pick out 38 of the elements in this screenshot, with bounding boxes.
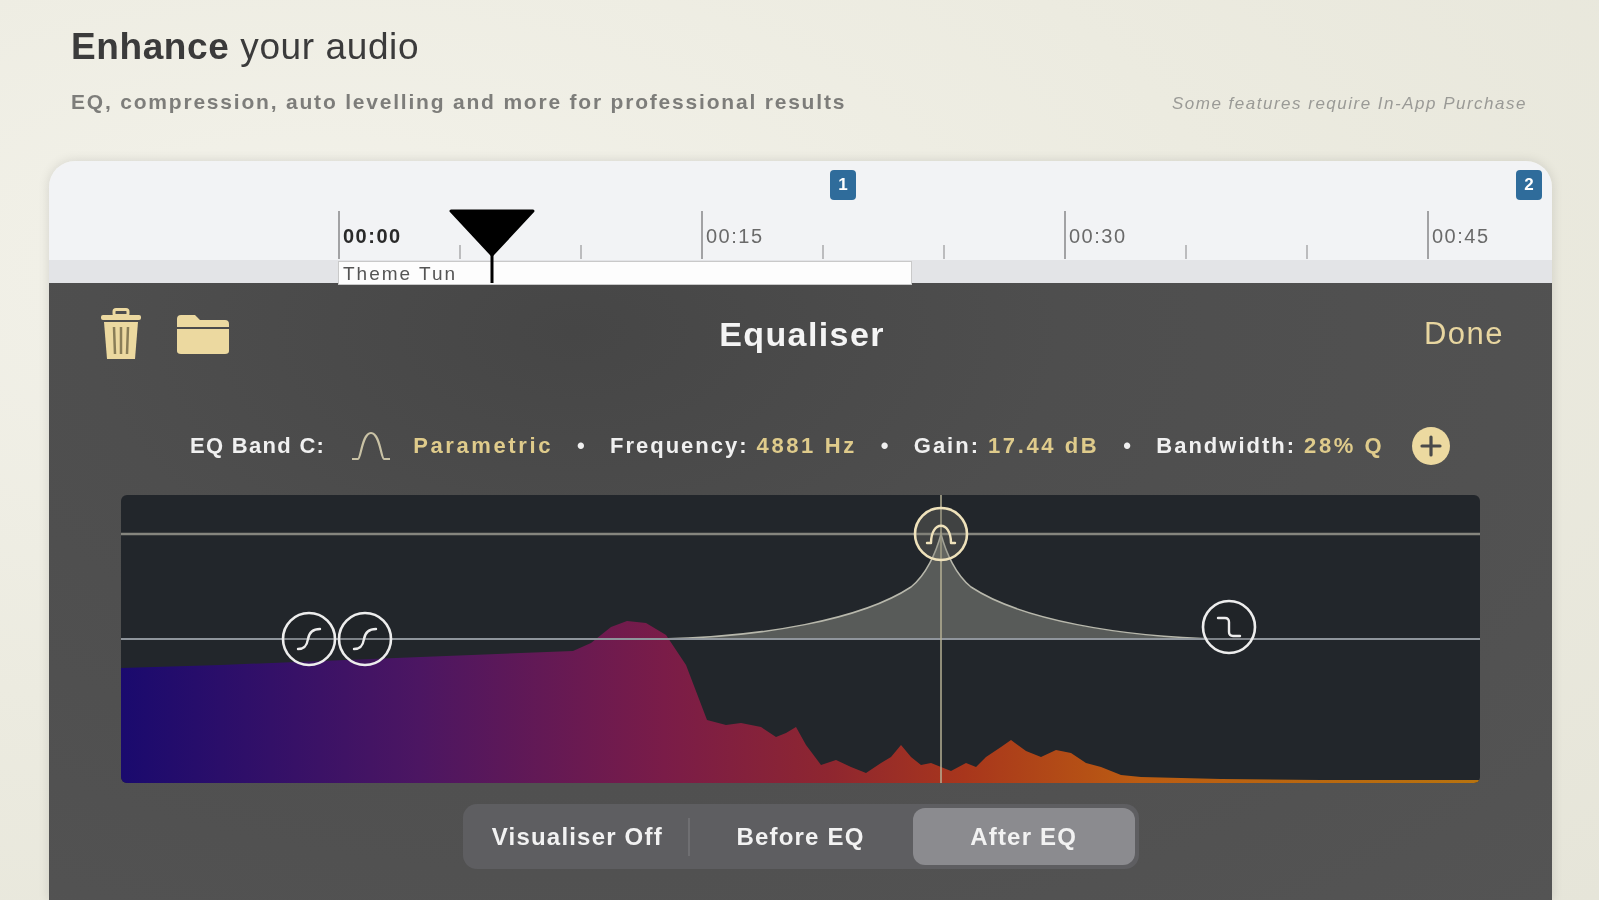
eq-band-handle[interactable] [913, 506, 969, 562]
marker-badge[interactable]: 2 [1516, 170, 1542, 200]
field-value[interactable]: 28% Q [1304, 433, 1385, 459]
time-label: 00:45 [1432, 224, 1490, 248]
time-label: 00:00 [343, 224, 402, 248]
separator-dot: • [1123, 433, 1133, 459]
trash-button[interactable] [100, 308, 142, 360]
eq-band-handle[interactable] [337, 611, 393, 667]
marker-badge[interactable]: 1 [830, 170, 856, 200]
eq-band-handle[interactable] [281, 611, 337, 667]
bell-curve-icon [351, 431, 392, 461]
folder-button[interactable] [175, 313, 231, 355]
separator-dot: • [880, 433, 890, 459]
time-label: 00:15 [706, 224, 764, 248]
filter-type[interactable]: Parametric [413, 433, 553, 459]
trash-icon [100, 308, 142, 360]
field-label: Gain: [913, 433, 980, 459]
purchase-note: Some features require In-App Purchase [1171, 93, 1527, 114]
field-value[interactable]: 4881 Hz [756, 433, 857, 459]
clip-title: Theme Tun [343, 262, 458, 284]
page-subtitle: EQ, compression, auto levelling and more for professional results [71, 90, 847, 114]
band-label: EQ Band C: [190, 433, 326, 459]
segment-tab[interactable]: After EQ [912, 808, 1135, 865]
segment-tab[interactable]: Before EQ [689, 808, 912, 865]
time-label: 00:30 [1069, 224, 1127, 248]
audio-clip[interactable]: Theme Tun [338, 261, 912, 285]
done-button[interactable]: Done [1423, 316, 1504, 352]
segment-tab[interactable]: Visualiser Off [466, 808, 689, 865]
field-value[interactable]: 17.44 dB [988, 433, 1100, 459]
panel-title: Equaliser [719, 314, 885, 354]
page-title: Enhance your audio [71, 26, 420, 68]
add-band-button[interactable] [1412, 427, 1451, 465]
field-label: Frequency: [610, 433, 749, 459]
plus-circle-icon [1412, 427, 1451, 465]
field-label: Bandwidth: [1156, 433, 1297, 459]
separator-dot: • [577, 433, 586, 459]
eq-band-handle[interactable] [1201, 599, 1257, 655]
folder-icon [175, 313, 231, 355]
